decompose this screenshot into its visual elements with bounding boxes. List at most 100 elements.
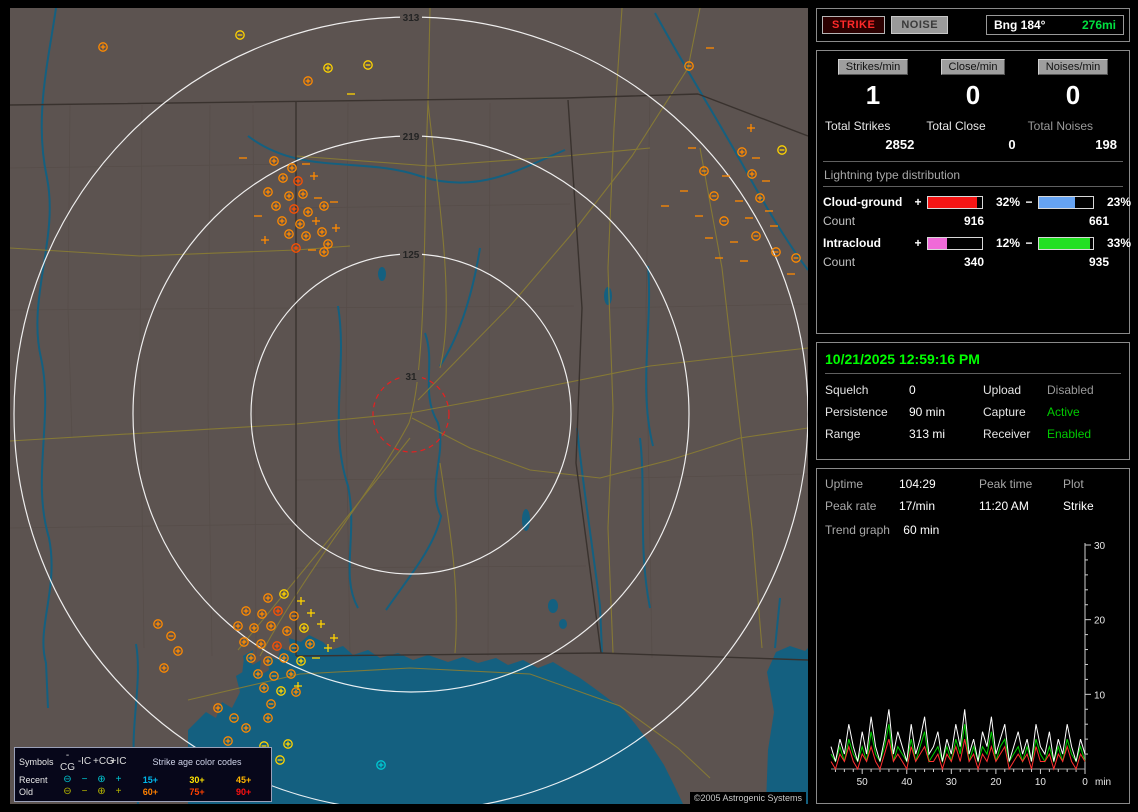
peak-time-value: 11:20 AM [979,499,1029,513]
cloud-ground-label: Cloud-ground [823,195,903,209]
recent-minus-icon: − [81,774,88,785]
upload-status: Disabled [1047,383,1094,397]
recent-circle-minus-icon: ⊖ [63,774,72,785]
trend-panel: Uptime 104:29 Peak time Plot Peak rate 1… [816,468,1130,804]
ic-plus-count: 340 [963,255,985,269]
noise-button[interactable]: NOISE [891,16,949,34]
cg-plus-count: 916 [963,214,985,228]
receiver-label: Receiver [983,427,1031,441]
svg-text:50: 50 [857,777,869,788]
age-90: 90+ [236,787,252,797]
total-close-label: Total Close [926,119,986,133]
peak-time-label: Peak time [979,477,1033,491]
svg-text:20: 20 [990,777,1002,788]
cloud-ground-row: Cloud-ground + 32% − 23% [823,195,1131,209]
upload-label: Upload [983,383,1022,397]
peak-rate-label: Peak rate [825,499,877,513]
uptime-grid: Uptime 104:29 Peak time Plot Peak rate 1… [825,477,1121,513]
copyright-text: ©2005 Astrogenic Systems [689,792,806,804]
old-minus-icon: − [81,786,88,797]
total-strikes-value: 2852 [885,137,915,152]
svg-text:10: 10 [1094,690,1106,701]
plot-label: Plot [1063,477,1084,491]
minus-sign: − [1025,236,1033,250]
plus-sign: + [914,195,922,209]
svg-text:10: 10 [1035,777,1047,788]
close-per-min-value: 0 [965,80,981,110]
recent-circle-plus-icon: ⊕ [97,774,106,785]
status-grid: Squelch 0 Upload Disabled Persistence 90… [825,383,1121,441]
svg-text:125: 125 [403,250,420,261]
range-value: 313 mi [909,427,946,441]
peak-rate-value: 17/min [899,499,936,513]
persistence-label: Persistence [825,405,888,419]
ic-minus-count: 935 [1088,255,1110,269]
mode-toolbar: STRIKE NOISE Bng 184° 276mi [816,8,1130,42]
recent-plus-icon: + [115,774,122,785]
squelch-label: Squelch [825,383,869,397]
squelch-value: 0 [909,383,916,397]
uptime-label: Uptime [825,477,864,491]
legend-recent-label: Recent [19,775,48,785]
ic-plus-pct: 12% [995,236,1020,250]
total-strikes-label: Total Strikes [825,119,891,133]
trend-graph-label: Trend graph [825,523,890,537]
intracloud-counts: Count 340 935 [823,255,1123,269]
trend-graph-window: 60 min [903,523,940,537]
noises-per-min-value: 0 [1065,80,1081,110]
map-legend: Symbols -CG -IC +CG +IC Strike age color… [14,747,272,802]
uptime-value: 104:29 [899,477,936,491]
noises-per-min-button[interactable]: Noises/min [1037,59,1109,75]
capture-label: Capture [983,405,1026,419]
strike-button[interactable]: STRIKE [822,16,886,34]
ic-plus-bar [927,236,983,250]
side-panel: STRIKE NOISE Bng 184° 276mi Strikes/min … [816,8,1131,804]
cg-minus-pct: 23% [1106,195,1131,209]
svg-text:313: 313 [403,13,420,24]
strikes-per-min-button[interactable]: Strikes/min [837,59,909,75]
trend-graph: 30 20 10 50 40 30 20 10 0 min [830,541,1111,788]
age-60: 60+ [142,787,158,797]
legend-type-nic: -IC [77,756,92,767]
svg-text:31: 31 [405,372,417,383]
svg-text:min: min [1095,777,1111,788]
old-plus-icon: + [115,786,122,797]
cg-minus-count: 661 [1088,214,1110,228]
svg-text:30: 30 [946,777,958,788]
cg-plus-pct: 32% [995,195,1020,209]
age-45: 45+ [236,775,252,785]
trend-graph-row: Trend graph 60 min [825,523,1121,537]
age-15: 15+ [142,775,158,785]
legend-type-ncg: -CG [60,750,75,773]
plus-sign: + [914,236,922,250]
svg-text:40: 40 [901,777,913,788]
plot-value: Strike [1063,499,1094,513]
bearing-display: Bng 184° 276mi [986,15,1124,35]
svg-text:219: 219 [403,132,420,143]
total-close-value: 0 [1008,137,1016,152]
datetime-display: 10/21/2025 12:59:16 PM [825,351,1121,374]
capture-status: Active [1047,405,1080,419]
age-75: 75+ [189,787,205,797]
count-label: Count [823,214,856,228]
strikes-per-min-value: 1 [865,80,881,110]
legend-age-header: Strike age color codes [152,757,242,767]
legend-symbols-header: Symbols [19,757,54,767]
range-label: Range [825,427,861,441]
map-canvas[interactable]: 313 219 125 31 [10,8,808,804]
status-panel: 10/21/2025 12:59:16 PM Squelch 0 Upload … [816,342,1130,460]
old-circle-minus-icon: ⊖ [63,786,72,797]
receiver-status: Enabled [1047,427,1092,441]
age-30: 30+ [189,775,205,785]
totals-grid: Total Strikes 2852 Total Close 0 Total N… [823,119,1123,152]
ic-minus-pct: 33% [1106,236,1131,250]
cloud-ground-counts: Count 916 661 [823,214,1123,228]
svg-text:0: 0 [1082,777,1088,788]
cg-plus-bar [927,195,983,209]
svg-text:20: 20 [1094,616,1106,627]
svg-text:30: 30 [1094,541,1106,552]
total-noises-value: 198 [1095,137,1117,152]
lightning-map[interactable]: 313 219 125 31 Symbols -CG -IC +CG +IC Stri… [10,8,808,804]
close-per-min-button[interactable]: Close/min [940,59,1006,75]
legend-type-pic: +IC [110,756,127,767]
